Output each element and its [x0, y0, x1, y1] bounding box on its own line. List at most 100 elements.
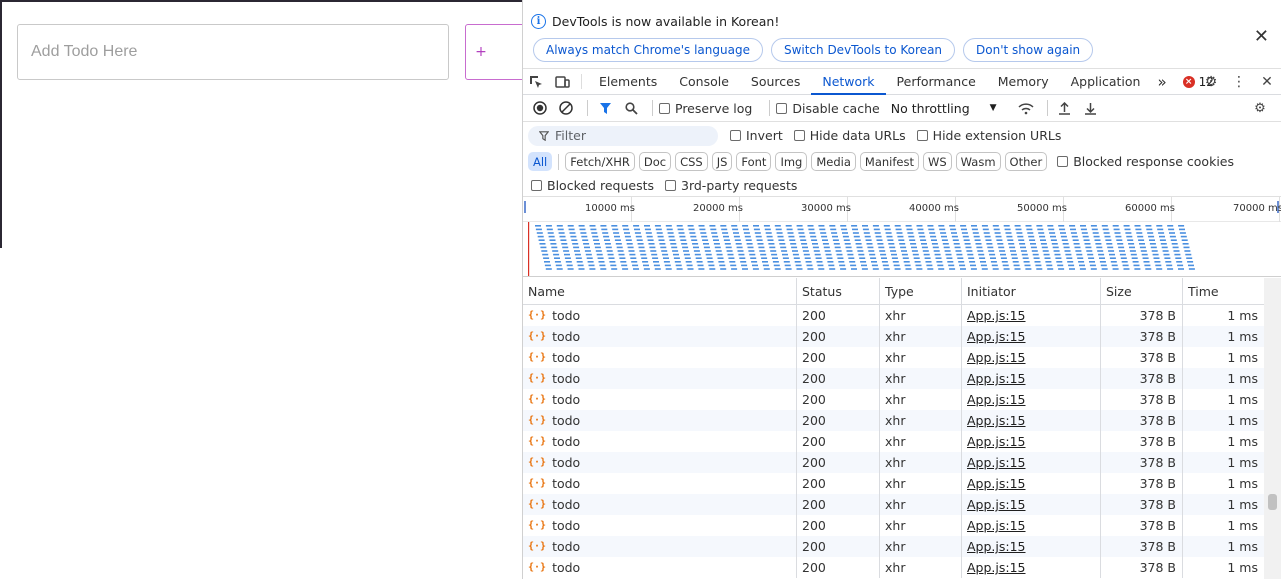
overview-request-bar: [1073, 243, 1080, 245]
requests-scrollbar[interactable]: [1264, 278, 1281, 579]
checkbox-box[interactable]: [776, 102, 788, 114]
table-row[interactable]: {·} todo 200 xhr App.js:15 378 B 1 ms: [523, 347, 1264, 368]
infobar-close-icon[interactable]: ✕: [1254, 26, 1269, 47]
initiator-link[interactable]: App.js:15: [967, 434, 1026, 449]
kebab-menu-icon[interactable]: ⋮: [1225, 74, 1253, 90]
more-tabs-icon[interactable]: »: [1151, 69, 1172, 94]
type-filter-js[interactable]: JS: [711, 152, 733, 171]
type-filter-fetch-xhr[interactable]: Fetch/XHR: [565, 152, 635, 171]
throttling-select[interactable]: No throttling ▼: [891, 101, 997, 116]
match-language-button[interactable]: Always match Chrome's language: [533, 38, 763, 62]
table-row[interactable]: {·} todo 200 xhr App.js:15 378 B 1 ms: [523, 368, 1264, 389]
initiator-link[interactable]: App.js:15: [967, 560, 1026, 575]
table-row[interactable]: {·} todo 200 xhr App.js:15 378 B 1 ms: [523, 452, 1264, 473]
tab-sources[interactable]: Sources: [740, 69, 811, 94]
disable-cache-checkbox[interactable]: Disable cache: [776, 101, 880, 116]
initiator-link[interactable]: App.js:15: [967, 539, 1026, 554]
type-filter-img[interactable]: Img: [775, 152, 808, 171]
dont-show-again-button[interactable]: Don't show again: [963, 38, 1094, 62]
close-devtools-icon[interactable]: ✕: [1253, 74, 1281, 90]
table-row[interactable]: {·} todo 200 xhr App.js:15 378 B 1 ms: [523, 326, 1264, 347]
hide-extension-urls-checkbox[interactable]: Hide extension URLs: [916, 128, 1061, 143]
initiator-link[interactable]: App.js:15: [967, 308, 1026, 323]
export-har-icon[interactable]: [1080, 97, 1102, 119]
tab-console[interactable]: Console: [668, 69, 740, 94]
column-header-type[interactable]: Type: [880, 278, 962, 304]
initiator-link[interactable]: App.js:15: [967, 392, 1026, 407]
column-header-name[interactable]: Name: [523, 278, 797, 304]
tab-network[interactable]: Network: [811, 69, 886, 95]
overview-request-bar: [588, 264, 595, 267]
hide-data-urls-checkbox[interactable]: Hide data URLs: [793, 128, 906, 143]
initiator-link[interactable]: App.js:15: [967, 413, 1026, 428]
overview-left-handle[interactable]: [524, 201, 526, 213]
checkbox-box[interactable]: [531, 180, 542, 191]
table-row[interactable]: {·} todo 200 xhr App.js:15 378 B 1 ms: [523, 557, 1264, 578]
checkbox-box[interactable]: [659, 102, 670, 114]
table-row[interactable]: {·} todo 200 xhr App.js:15 378 B 1 ms: [523, 515, 1264, 536]
type-filter-doc[interactable]: Doc: [638, 152, 672, 171]
preserve-log-checkbox[interactable]: Preserve log: [659, 101, 752, 116]
tab-elements[interactable]: Elements: [588, 69, 668, 94]
settings-gear-icon[interactable]: ⚙: [1197, 74, 1225, 90]
tab-performance[interactable]: Performance: [886, 69, 987, 94]
initiator-link[interactable]: App.js:15: [967, 371, 1026, 386]
device-toolbar-icon[interactable]: [549, 69, 575, 94]
network-settings-icon[interactable]: ⚙: [1249, 97, 1271, 119]
overview-request-bar: [708, 264, 715, 267]
record-icon[interactable]: [529, 97, 551, 119]
checkbox-box[interactable]: [1057, 156, 1069, 167]
tab-memory[interactable]: Memory: [987, 69, 1060, 94]
search-icon[interactable]: [620, 97, 642, 119]
column-header-status[interactable]: Status: [797, 278, 880, 304]
initiator-link[interactable]: App.js:15: [967, 518, 1026, 533]
column-header-initiator[interactable]: Initiator: [962, 278, 1101, 304]
invert-checkbox[interactable]: Invert: [730, 128, 783, 143]
overview-request-bar: [630, 257, 637, 259]
table-row[interactable]: {·} todo 200 xhr App.js:15 378 B 1 ms: [523, 305, 1264, 326]
scrollbar-thumb[interactable]: [1268, 494, 1277, 510]
initiator-link[interactable]: App.js:15: [967, 350, 1026, 365]
type-filter-other[interactable]: Other: [1004, 152, 1048, 171]
request-name: todo: [552, 371, 581, 386]
initiator-link[interactable]: App.js:15: [967, 455, 1026, 470]
third-party-requests-checkbox[interactable]: 3rd-party requests: [665, 178, 797, 193]
type-filter-manifest[interactable]: Manifest: [859, 152, 919, 171]
type-filter-all[interactable]: All: [528, 152, 553, 171]
type-filter-font[interactable]: Font: [736, 152, 772, 171]
type-filter-css[interactable]: CSS: [675, 152, 708, 171]
blocked-requests-checkbox[interactable]: Blocked requests: [531, 178, 654, 193]
table-row[interactable]: {·} todo 200 xhr App.js:15 378 B 1 ms: [523, 473, 1264, 494]
table-row[interactable]: {·} todo 200 xhr App.js:15 378 B 1 ms: [523, 389, 1264, 410]
overview-request-bar: [929, 232, 936, 234]
dropdown-arrow-icon: ▼: [989, 103, 997, 113]
table-row[interactable]: {·} todo 200 xhr App.js:15 378 B 1 ms: [523, 536, 1264, 557]
type-filter-wasm[interactable]: Wasm: [955, 152, 1001, 171]
initiator-link[interactable]: App.js:15: [967, 476, 1026, 491]
type-filter-media[interactable]: Media: [811, 152, 856, 171]
filter-funnel-icon[interactable]: [594, 97, 616, 119]
column-header-size[interactable]: Size: [1101, 278, 1183, 304]
type-filter-ws[interactable]: WS: [922, 152, 952, 171]
initiator-link[interactable]: App.js:15: [967, 497, 1026, 512]
table-row[interactable]: {·} todo 200 xhr App.js:15 378 B 1 ms: [523, 494, 1264, 515]
import-har-icon[interactable]: [1054, 97, 1076, 119]
initiator-link[interactable]: App.js:15: [967, 329, 1026, 344]
todo-input[interactable]: Add Todo Here: [17, 24, 449, 80]
checkbox-box[interactable]: [793, 130, 805, 141]
network-conditions-icon[interactable]: [1015, 97, 1037, 119]
network-overview[interactable]: 10000 ms 20000 ms 30000 ms 40000 ms 50000 ms…: [523, 196, 1281, 277]
inspect-element-icon[interactable]: [523, 69, 549, 94]
table-row[interactable]: {·} todo 200 xhr App.js:15 378 B 1 ms: [523, 410, 1264, 431]
checkbox-box[interactable]: [730, 130, 741, 141]
clear-icon[interactable]: [555, 97, 577, 119]
switch-korean-button[interactable]: Switch DevTools to Korean: [770, 38, 956, 62]
filter-input[interactable]: Filter: [528, 125, 718, 146]
table-row[interactable]: {·} todo 200 xhr App.js:15 378 B 1 ms: [523, 431, 1264, 452]
column-header-time[interactable]: Time: [1183, 278, 1264, 304]
overview-request-bar: [1145, 225, 1152, 227]
tab-application[interactable]: Application: [1060, 69, 1152, 94]
blocked-response-cookies-checkbox[interactable]: Blocked response cookies: [1057, 154, 1234, 169]
checkbox-box[interactable]: [916, 130, 928, 141]
checkbox-box[interactable]: [665, 180, 676, 191]
